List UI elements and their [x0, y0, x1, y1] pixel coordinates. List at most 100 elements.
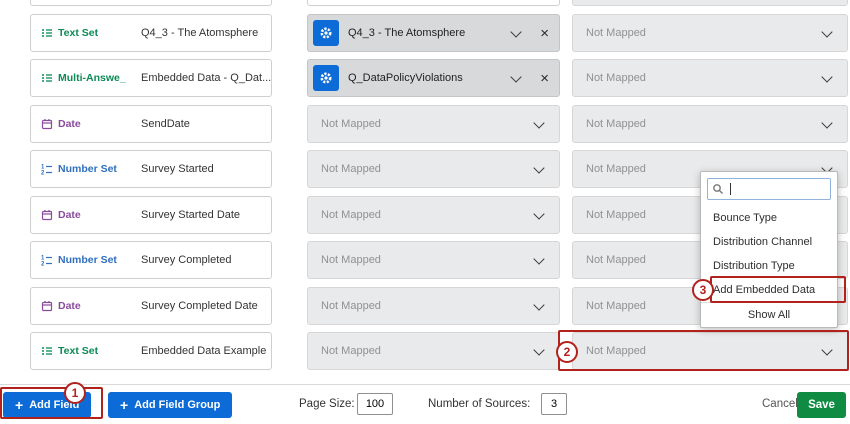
- source-mapping-dropdown[interactable]: Q_DataPolicyViolations ×: [307, 59, 560, 97]
- field-name: Survey Started: [141, 163, 214, 175]
- field-type: Date: [41, 118, 141, 130]
- mapping-value: Not Mapped: [586, 118, 823, 130]
- chevron-down-icon: [511, 71, 522, 82]
- dropdown-option-distribution-channel[interactable]: Distribution Channel: [701, 230, 837, 254]
- remove-mapping-button[interactable]: ×: [540, 26, 549, 41]
- field-type-label: Text Set: [58, 27, 98, 39]
- field-type-label: Date: [58, 118, 81, 130]
- plus-icon: +: [15, 398, 23, 412]
- chevron-down-icon: [821, 117, 832, 128]
- field-card: 12 Number Set Survey Completed: [30, 241, 272, 279]
- svg-text:2: 2: [41, 171, 45, 176]
- source-mapping-dropdown[interactable]: Not Mapped: [307, 287, 560, 325]
- field-card: Text Set Embedded Data Example: [30, 332, 272, 370]
- mapping-value: Not Mapped: [321, 254, 535, 266]
- field-card: Date Survey Started Date: [30, 196, 272, 234]
- field-type: 12 Number Set: [41, 163, 141, 175]
- field-name: Embedded Data - Q_Dat...: [141, 72, 271, 84]
- page-size-input[interactable]: [357, 393, 393, 415]
- chevron-down-icon: [533, 344, 544, 355]
- field-mapping-screen: Text Set Q4_3 - The Atomsphere Q4_3 - Th…: [0, 0, 850, 424]
- field-card: Text Set Q4_3 - The Atomsphere: [30, 14, 272, 52]
- field-type: Text Set: [41, 345, 141, 357]
- dropdown-search: [707, 178, 831, 200]
- cancel-button[interactable]: Cancel: [762, 398, 798, 410]
- source-mapping-dropdown[interactable]: Not Mapped: [307, 150, 560, 188]
- mapping-dropdown-partial: [572, 0, 848, 6]
- number-set-icon: 12: [41, 163, 53, 175]
- dropdown-option-add-embedded-data[interactable]: Add Embedded Data: [701, 278, 837, 302]
- multi-answer-icon: [41, 72, 53, 84]
- field-card: 12 Number Set Survey Started: [30, 150, 272, 188]
- field-name: Survey Completed: [141, 254, 232, 266]
- field-type: Date: [41, 300, 141, 312]
- chevron-down-icon: [533, 208, 544, 219]
- dropdown-option-bounce-type[interactable]: Bounce Type: [701, 206, 837, 230]
- mapping-value: Not Mapped: [321, 118, 535, 130]
- field-card: Date Survey Completed Date: [30, 287, 272, 325]
- table-row: Multi-Answe_ Embedded Data - Q_Dat... Q_…: [0, 59, 850, 97]
- text-set-icon: [41, 345, 53, 357]
- dropdown-option-distribution-type[interactable]: Distribution Type: [701, 254, 837, 278]
- source2-mapping-dropdown[interactable]: Not Mapped: [572, 332, 848, 370]
- add-field-label: Add Field: [29, 399, 79, 411]
- field-type-label: Text Set: [58, 345, 98, 357]
- field-name: Embedded Data Example: [141, 345, 266, 357]
- source-mapping-dropdown[interactable]: Not Mapped: [307, 332, 560, 370]
- field-type-label: Number Set: [58, 163, 117, 175]
- remove-mapping-button[interactable]: ×: [540, 71, 549, 86]
- mapping-dropdown-partial: [307, 0, 560, 6]
- source-mapping-dropdown[interactable]: Not Mapped: [307, 241, 560, 279]
- field-card: Multi-Answe_ Embedded Data - Q_Dat...: [30, 59, 272, 97]
- mapping-value: Not Mapped: [321, 345, 535, 357]
- search-icon: [712, 183, 724, 195]
- source-mapping-dropdown[interactable]: Not Mapped: [307, 105, 560, 143]
- field-card-partial: [30, 0, 272, 6]
- number-set-icon: 12: [41, 254, 53, 266]
- page-size-label: Page Size:: [299, 398, 355, 410]
- mapping-value: Not Mapped: [321, 209, 535, 221]
- chevron-down-icon: [821, 26, 832, 37]
- table-row: Text Set Q4_3 - The Atomsphere Q4_3 - Th…: [0, 14, 850, 52]
- add-field-button[interactable]: + Add Field: [3, 392, 91, 418]
- chevron-down-icon: [533, 117, 544, 128]
- footer-bar: + Add Field + Add Field Group Page Size:…: [0, 384, 850, 424]
- gear-icon[interactable]: [313, 65, 339, 91]
- dropdown-option-show-all[interactable]: Show All: [701, 302, 837, 327]
- chevron-down-icon: [821, 71, 832, 82]
- date-icon: [41, 118, 53, 130]
- table-row: Date SendDate Not Mapped Not Mapped: [0, 105, 850, 143]
- mapping-value: Not Mapped: [586, 345, 823, 357]
- gear-icon[interactable]: [313, 20, 339, 46]
- search-input[interactable]: [707, 178, 831, 200]
- source2-mapping-dropdown[interactable]: Not Mapped: [572, 105, 848, 143]
- mapping-value: Not Mapped: [586, 72, 823, 84]
- source2-mapping-dropdown[interactable]: Not Mapped: [572, 59, 848, 97]
- svg-text:2: 2: [41, 262, 45, 267]
- source-mapping-dropdown[interactable]: Q4_3 - The Atomsphere ×: [307, 14, 560, 52]
- field-type-label: Number Set: [58, 254, 117, 266]
- text-caret: [730, 183, 731, 195]
- source2-mapping-dropdown[interactable]: Not Mapped: [572, 14, 848, 52]
- mapping-value: Not Mapped: [321, 163, 535, 175]
- field-type-label: Date: [58, 209, 81, 221]
- add-field-group-label: Add Field Group: [134, 399, 220, 411]
- field-name: Survey Completed Date: [141, 300, 258, 312]
- text-set-icon: [41, 27, 53, 39]
- mapping-dropdown-panel: Bounce Type Distribution Channel Distrib…: [700, 171, 838, 328]
- date-icon: [41, 209, 53, 221]
- field-type: Multi-Answe_: [41, 72, 141, 84]
- add-field-group-button[interactable]: + Add Field Group: [108, 392, 232, 418]
- table-row: Text Set Embedded Data Example Not Mappe…: [0, 332, 850, 370]
- chevron-down-icon: [533, 299, 544, 310]
- field-type: Date: [41, 209, 141, 221]
- number-of-sources-input[interactable]: [541, 393, 567, 415]
- field-name: SendDate: [141, 118, 190, 130]
- mapping-value: Not Mapped: [586, 27, 823, 39]
- chevron-down-icon: [511, 26, 522, 37]
- save-button[interactable]: Save: [797, 392, 846, 418]
- source-mapping-dropdown[interactable]: Not Mapped: [307, 196, 560, 234]
- field-type-label: Date: [58, 300, 81, 312]
- chevron-down-icon: [821, 344, 832, 355]
- number-of-sources-label: Number of Sources:: [428, 398, 530, 410]
